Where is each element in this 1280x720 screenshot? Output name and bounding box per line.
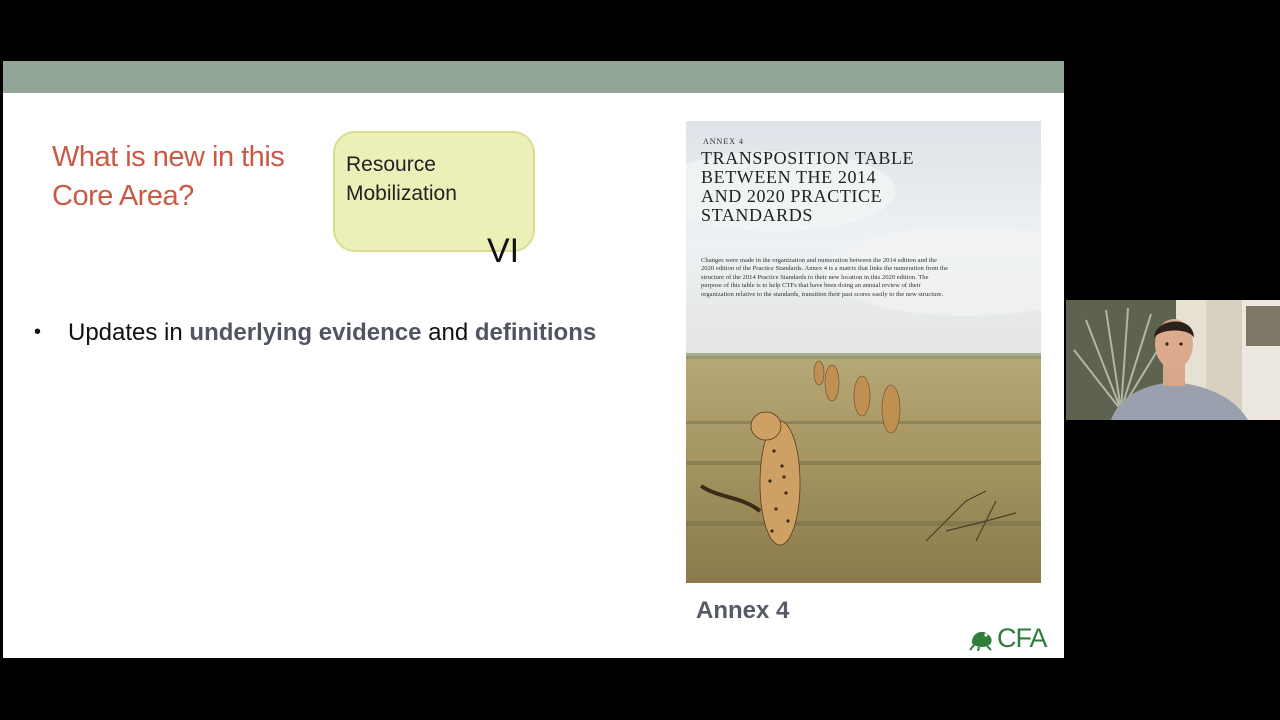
- bullet-emphasis-2: definitions: [474, 319, 597, 346]
- core-area-name: Resource Mobilization: [346, 153, 457, 205]
- core-area-number: VI: [487, 232, 520, 270]
- presentation-slide: What is new in this Core Area? Resource …: [3, 61, 1064, 658]
- logo-text: CFA: [997, 622, 1048, 653]
- bullet-dot-icon: •: [34, 321, 42, 343]
- annex-kicker: ANNEX 4: [703, 137, 744, 146]
- core-area-badge: Resource Mobilization VI: [333, 131, 535, 270]
- webcam-video-feed: [1066, 300, 1280, 420]
- slide-title: What is new in this Core Area?: [52, 141, 285, 212]
- annex-label: Annex 4: [696, 597, 790, 624]
- bullet-emphasis-1: underlying evidence: [189, 319, 422, 346]
- cfa-logo: CFA: [969, 621, 1048, 655]
- header-band: [3, 61, 1064, 93]
- presenter-video-icon: [1066, 300, 1280, 420]
- frog-icon: [969, 631, 992, 651]
- annex-cover-image: ANNEX 4 TRANSPOSITION TABLE BETWEEN THE …: [686, 121, 1041, 583]
- annex-title: TRANSPOSITION TABLE BETWEEN THE 2014 AND…: [701, 148, 915, 225]
- bullet-text-2: and: [421, 319, 475, 346]
- bullet-text-1: Updates in: [68, 319, 190, 346]
- bullet-item: • Updates in underlying evidence and defi…: [34, 319, 596, 347]
- annex-description: Changes were made in the organization an…: [701, 257, 949, 298]
